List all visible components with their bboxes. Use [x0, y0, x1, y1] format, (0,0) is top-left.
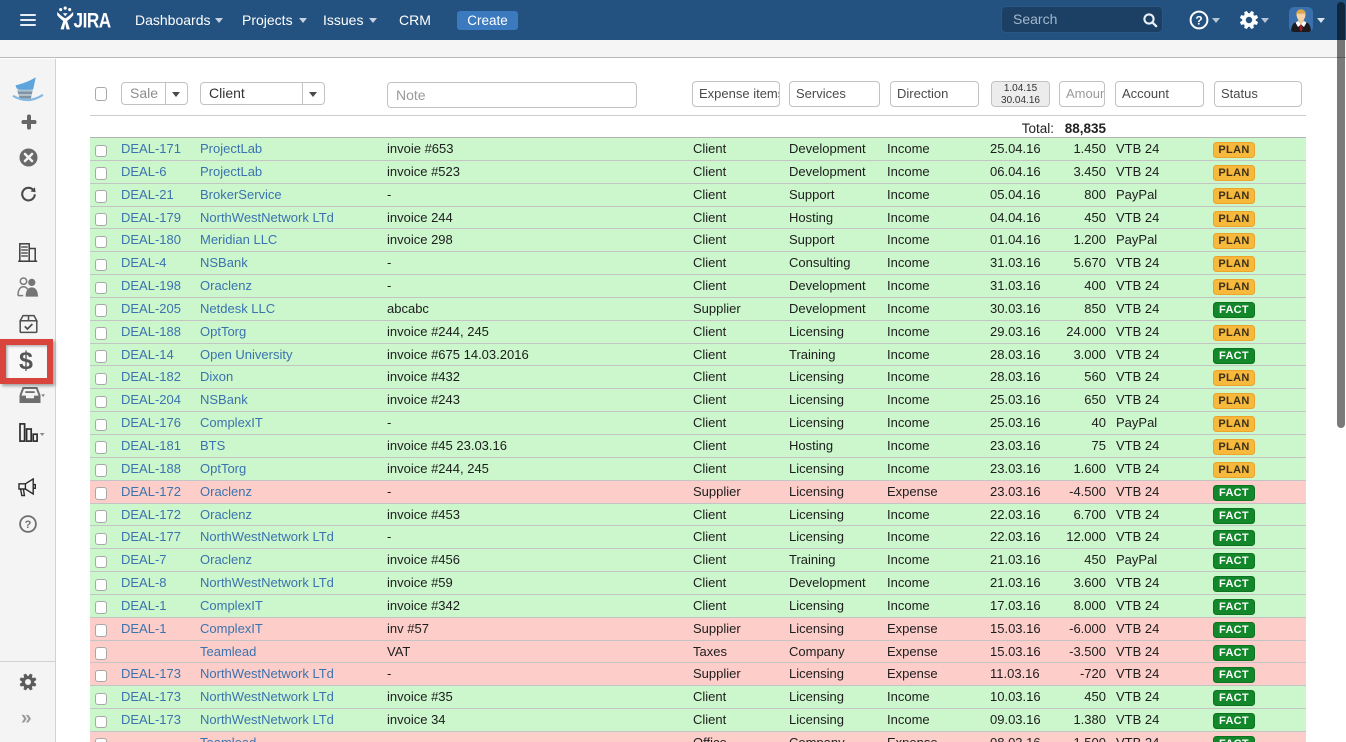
svg-text:?: ? [1195, 13, 1202, 27]
svg-text:JIRA: JIRA [74, 9, 112, 33]
svg-text:?: ? [25, 519, 32, 531]
